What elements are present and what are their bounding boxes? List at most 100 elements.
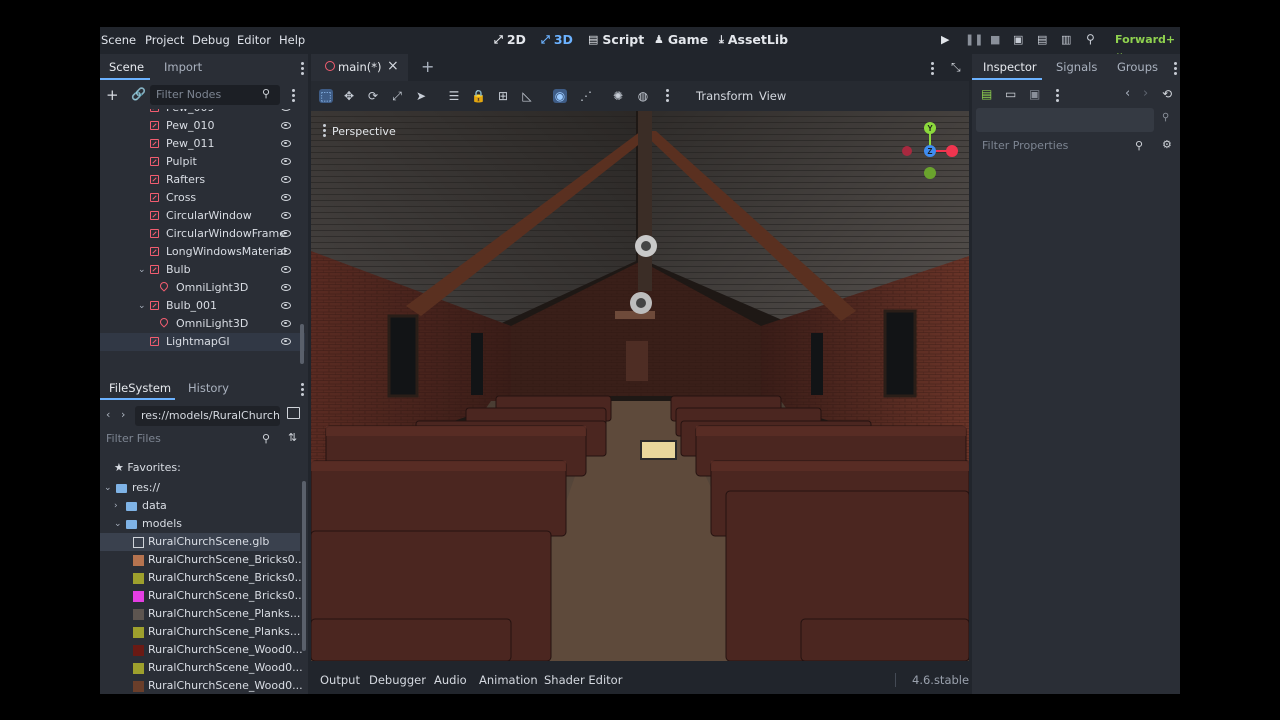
workspace-assetlib-button[interactable]: ⤓ AssetLib [719, 32, 788, 47]
resource-menu-icon[interactable] [1056, 89, 1059, 104]
file-item[interactable]: RuralChurchScene_Planks... [100, 605, 300, 623]
folder-item[interactable]: › data [100, 497, 300, 515]
file-item[interactable]: RuralChurchScene_Bricks0... [100, 569, 305, 587]
scene-filter-menu-icon[interactable] [292, 89, 295, 104]
object-selector[interactable] [976, 108, 1154, 132]
tab-filesystem[interactable]: FileSystem [109, 381, 171, 395]
tab-import[interactable]: Import [164, 60, 202, 74]
workspace-game-button[interactable]: ♟ Game [654, 32, 708, 47]
file-item[interactable]: RuralChurchScene.glb [100, 533, 300, 551]
menu-debug[interactable]: Debug [192, 33, 230, 47]
tab-inspector[interactable]: Inspector [983, 60, 1037, 74]
scene-tabs-menu-icon[interactable] [931, 62, 934, 77]
scene-tree-node[interactable]: CircularWindow [100, 207, 305, 225]
chevron-down-icon[interactable]: ⌄ [104, 479, 112, 497]
move-mode-icon[interactable]: ✥ [342, 89, 356, 103]
scene-tree-node[interactable]: ⌄ Bulb_001 [100, 297, 305, 315]
visibility-eye-icon[interactable] [281, 266, 291, 273]
file-item[interactable]: RuralChurchScene_Wood0... [100, 659, 303, 677]
back-icon[interactable]: ‹ [106, 408, 110, 421]
scene-tree-node[interactable]: OmniLight3D [100, 315, 305, 333]
pointer-icon[interactable]: ➤ [414, 89, 428, 103]
tab-main-scene[interactable]: main(*) × [311, 54, 408, 81]
toggle-split-icon[interactable] [287, 407, 300, 419]
visibility-eye-icon[interactable] [281, 122, 291, 129]
history-icon[interactable]: ⟲ [1162, 87, 1172, 101]
visibility-eye-icon[interactable] [281, 320, 291, 327]
filesystem-scrollbar[interactable] [302, 481, 306, 651]
visibility-eye-icon[interactable] [281, 284, 291, 291]
close-icon[interactable]: × [387, 58, 399, 74]
transform-menu[interactable]: Transform [696, 89, 753, 103]
play-custom-scene-icon[interactable]: ▥ [1061, 33, 1071, 46]
add-scene-tab-icon[interactable]: + [421, 57, 434, 76]
save-icon[interactable]: ▣ [1029, 87, 1040, 101]
perspective-menu-button[interactable]: Perspective [323, 124, 396, 139]
forward-icon[interactable]: › [121, 408, 125, 421]
gizmo-neg-y-axis[interactable] [924, 167, 936, 179]
scale-mode-icon[interactable]: ⤢ [390, 89, 404, 103]
snap-icon[interactable]: ⋰ [579, 89, 593, 103]
filesystem-menu-icon[interactable] [301, 383, 304, 398]
scene-tree-node[interactable]: CircularWindowFrame [100, 225, 305, 243]
visibility-eye-icon[interactable] [281, 109, 291, 111]
docs-icon[interactable]: ⚲ [1162, 112, 1169, 123]
visibility-eye-icon[interactable] [281, 140, 291, 147]
workspace-3d-button[interactable]: ⤢ 3D [541, 32, 573, 47]
pause-icon[interactable]: ❚❚ [965, 33, 983, 46]
menu-scene[interactable]: Scene [101, 33, 136, 47]
view-menu[interactable]: View [759, 89, 786, 103]
scene-tree-node[interactable]: Cross [100, 189, 305, 207]
select-mode-icon[interactable]: ⬚ [319, 89, 333, 103]
expand-arrow-icon[interactable]: ⌄ [138, 297, 146, 315]
path-field[interactable]: res://models/RuralChurch [135, 406, 280, 426]
scene-tree-node[interactable]: Pew_011 [100, 135, 305, 153]
tools-icon[interactable]: ⚙ [1162, 138, 1172, 151]
list-select-icon[interactable]: ☰ [447, 89, 461, 103]
viewport-options-icon[interactable] [666, 89, 669, 104]
scene-tree-node[interactable]: LongWindowsMaterial [100, 243, 305, 261]
remote-debug-icon[interactable]: ▣ [1013, 33, 1023, 46]
file-item[interactable]: RuralChurchScene_Wood0... [100, 677, 303, 694]
file-item[interactable]: RuralChurchScene_Bricks0... [100, 551, 305, 569]
distraction-free-icon[interactable]: ⤡ [951, 60, 961, 75]
chevron-right-icon[interactable]: › [114, 497, 118, 515]
inspector-menu-icon[interactable] [1174, 62, 1177, 77]
history-back-icon[interactable]: ‹ [1125, 86, 1130, 101]
menu-help[interactable]: Help [279, 33, 305, 47]
file-item[interactable]: RuralChurchScene_Wood0... [100, 641, 303, 659]
menu-project[interactable]: Project [145, 33, 184, 47]
visibility-eye-icon[interactable] [281, 302, 291, 309]
chevron-down-icon[interactable]: ⌄ [114, 515, 122, 533]
folder-item[interactable]: ⌄ res:// [100, 479, 300, 497]
visibility-eye-icon[interactable] [281, 248, 291, 255]
scene-tree-node[interactable]: ⌄ Bulb [100, 261, 305, 279]
scene-tree-node[interactable]: Rafters [100, 171, 305, 189]
tab-output[interactable]: Output [320, 673, 360, 687]
filter-files-input[interactable]: Filter Files [100, 429, 280, 449]
menu-editor[interactable]: Editor [237, 33, 271, 47]
open-folder-icon[interactable]: ▭ [1005, 87, 1016, 101]
local-space-icon[interactable]: ◉ [553, 89, 567, 103]
visibility-eye-icon[interactable] [281, 176, 291, 183]
favorites-row[interactable]: ★ Favorites: [114, 461, 181, 474]
tab-debugger[interactable]: Debugger [369, 673, 426, 687]
add-node-icon[interactable]: + [106, 86, 119, 104]
link-icon[interactable]: 🔗 [131, 87, 146, 101]
filter-nodes-input[interactable]: Filter Nodes [150, 85, 280, 105]
visibility-eye-icon[interactable] [281, 194, 291, 201]
scene-tree-scrollbar[interactable] [300, 324, 304, 364]
expand-arrow-icon[interactable]: ⌄ [138, 261, 146, 279]
stop-icon[interactable]: ■ [990, 33, 1000, 46]
gizmo-x-axis[interactable] [946, 145, 958, 157]
visibility-eye-icon[interactable] [281, 212, 291, 219]
tab-scene[interactable]: Scene [109, 60, 144, 74]
movie-maker-icon[interactable]: ⚲ [1086, 32, 1095, 46]
history-forward-icon[interactable]: › [1143, 86, 1148, 101]
workspace-2d-button[interactable]: ⤢ 2D [494, 32, 526, 47]
tab-animation[interactable]: Animation [479, 673, 538, 687]
scene-tree-node[interactable]: Pulpit [100, 153, 305, 171]
lock-icon[interactable]: 🔒 [471, 89, 486, 103]
scene-tree-node[interactable]: Pew_009 [100, 109, 305, 117]
orientation-gizmo[interactable]: Y Z [899, 116, 963, 186]
